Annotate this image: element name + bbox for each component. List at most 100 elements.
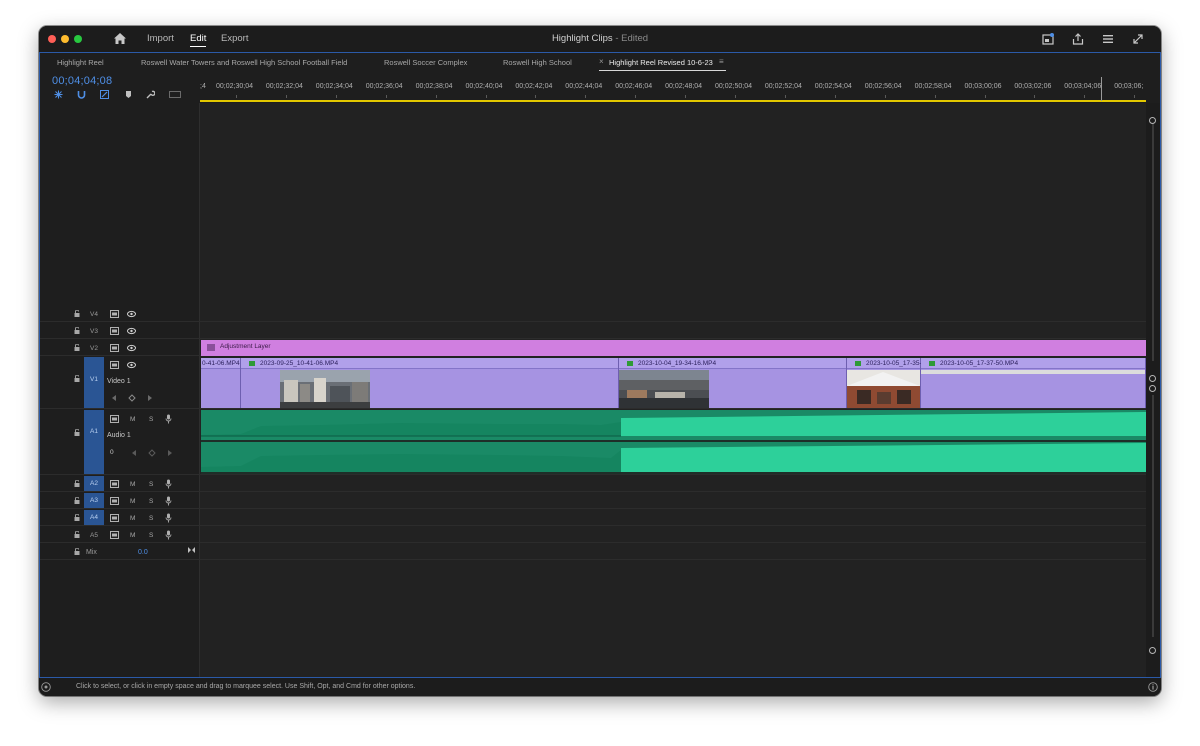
- lock-icon[interactable]: [74, 531, 80, 538]
- ruler-tick-label: 00;02;38;04: [415, 83, 453, 90]
- scroll-handle[interactable]: [1149, 375, 1156, 382]
- mute-button[interactable]: M: [130, 416, 135, 423]
- work-area-bar[interactable]: [200, 100, 1146, 102]
- lock-icon[interactable]: [74, 429, 80, 436]
- sync-lock-icon[interactable]: [110, 531, 119, 539]
- sync-lock-icon[interactable]: [110, 497, 119, 505]
- tab-highlight-reel[interactable]: Highlight Reel: [57, 58, 104, 67]
- eye-icon[interactable]: [127, 310, 136, 318]
- next-keyframe-icon[interactable]: [146, 394, 154, 402]
- track-name-audio-1[interactable]: Audio 1: [107, 432, 131, 439]
- sync-lock-icon[interactable]: [110, 327, 119, 335]
- track-target-a3[interactable]: A3: [84, 493, 104, 508]
- scroll-handle[interactable]: [1149, 117, 1156, 124]
- lock-icon[interactable]: [74, 310, 80, 317]
- scroll-handle[interactable]: [1149, 647, 1156, 654]
- scroll-handle[interactable]: [1149, 385, 1156, 392]
- linked-selection-icon[interactable]: [100, 90, 109, 99]
- preview-eye-icon[interactable]: [41, 682, 51, 692]
- solo-button[interactable]: S: [149, 416, 153, 423]
- track-target-v1[interactable]: V1: [84, 357, 104, 408]
- time-ruler[interactable]: ;4 00;02;30;04 00;02;32;04 00;02;34;04 00;0…: [200, 77, 1146, 103]
- ruler-tick-label: 00;02;36;04: [365, 83, 403, 90]
- add-keyframe-icon[interactable]: [148, 449, 156, 457]
- playhead-timecode[interactable]: 00;04;04;08: [52, 75, 112, 87]
- microphone-icon[interactable]: [165, 414, 172, 424]
- fullscreen-icon[interactable]: [1131, 32, 1145, 46]
- track-target-a1[interactable]: A1: [84, 410, 104, 474]
- track-target-a4[interactable]: A4: [84, 510, 104, 525]
- ruler-tick-label: 00;02;42;04: [515, 83, 553, 90]
- video-clip[interactable]: 2023-10-05_17-37-50.MP4: [921, 358, 1146, 408]
- add-marker-icon[interactable]: [124, 90, 133, 99]
- eye-icon[interactable]: [127, 344, 136, 352]
- ruler-tick: [485, 95, 487, 98]
- mix-volume-value[interactable]: 0.0: [138, 549, 148, 556]
- solo-button[interactable]: S: [149, 481, 153, 488]
- ruler-tick-label: 00;02;48;04: [665, 83, 703, 90]
- status-message: Click to select, or click in empty space…: [76, 683, 416, 690]
- workspaces-icon[interactable]: [1101, 32, 1115, 46]
- solo-button[interactable]: S: [149, 515, 153, 522]
- sync-lock-icon[interactable]: [110, 344, 119, 352]
- sync-lock-icon[interactable]: [110, 361, 119, 369]
- share-icon[interactable]: [1071, 32, 1085, 46]
- sync-lock-icon[interactable]: [110, 310, 119, 318]
- lock-icon[interactable]: [74, 344, 80, 351]
- ruler-tick: [1084, 95, 1086, 98]
- edited-indicator: - Edited: [615, 33, 649, 44]
- info-icon[interactable]: [1148, 682, 1158, 692]
- track-label-v4: V4: [90, 311, 98, 318]
- track-name-video-1[interactable]: Video 1: [107, 378, 131, 385]
- tab-highlight-reel-revised[interactable]: Highlight Reel Revised 10-6-23: [609, 58, 713, 67]
- mute-button[interactable]: M: [130, 481, 135, 488]
- eye-icon[interactable]: [127, 327, 136, 335]
- eye-icon[interactable]: [127, 361, 136, 369]
- mute-button[interactable]: M: [130, 498, 135, 505]
- sync-lock-icon[interactable]: [110, 415, 119, 423]
- sync-lock-icon[interactable]: [110, 480, 119, 488]
- lock-icon[interactable]: [74, 375, 80, 382]
- quick-export-icon[interactable]: [1041, 32, 1055, 46]
- tab-close-button[interactable]: ×: [599, 57, 604, 66]
- mix-end-icon[interactable]: [187, 546, 196, 554]
- audio-clip[interactable]: [201, 410, 1146, 474]
- captions-icon[interactable]: [169, 90, 181, 99]
- lock-icon[interactable]: [74, 327, 80, 334]
- video-clip[interactable]: 2023-10-04_19-34-16.MP4: [619, 358, 847, 408]
- microphone-icon[interactable]: [165, 513, 172, 523]
- mute-button[interactable]: M: [130, 515, 135, 522]
- vertical-scrollbar[interactable]: [1146, 103, 1160, 677]
- track-target-a2[interactable]: A2: [84, 476, 104, 491]
- tab-roswell-soccer-complex[interactable]: Roswell Soccer Complex: [384, 58, 467, 67]
- video-clip[interactable]: 2023-10-05_17-35-: [847, 358, 922, 408]
- nest-toggle-icon[interactable]: [54, 90, 63, 99]
- lock-icon[interactable]: [74, 548, 80, 555]
- prev-keyframe-icon[interactable]: [130, 449, 138, 457]
- lock-icon[interactable]: [74, 497, 80, 504]
- lock-icon[interactable]: [74, 480, 80, 487]
- timeline-settings-wrench-icon[interactable]: [146, 90, 155, 99]
- prev-keyframe-icon[interactable]: [110, 394, 118, 402]
- video-clip[interactable]: 2023-09-25_10-41-06.MP4: [241, 358, 619, 408]
- lock-icon[interactable]: [74, 514, 80, 521]
- tab-menu-icon[interactable]: ≡: [719, 57, 724, 66]
- microphone-icon[interactable]: [165, 530, 172, 540]
- mute-button[interactable]: M: [130, 532, 135, 539]
- title-bar: Import Edit Export Highlight Clips - Edi…: [39, 26, 1161, 52]
- next-keyframe-icon[interactable]: [166, 449, 174, 457]
- tab-roswell-water-towers[interactable]: Roswell Water Towers and Roswell High Sc…: [141, 58, 347, 67]
- solo-button[interactable]: S: [149, 532, 153, 539]
- track-label-v3: V3: [90, 328, 98, 335]
- microphone-icon[interactable]: [165, 496, 172, 506]
- snap-magnet-icon[interactable]: [77, 90, 86, 99]
- microphone-icon[interactable]: [165, 479, 172, 489]
- add-keyframe-icon[interactable]: [128, 394, 136, 402]
- video-clip[interactable]: 0-41-06.MP4: [201, 358, 241, 408]
- tab-roswell-high-school[interactable]: Roswell High School: [503, 58, 572, 67]
- solo-button[interactable]: S: [149, 498, 153, 505]
- volume-value[interactable]: 0: [110, 449, 114, 456]
- ruler-tick: [435, 95, 437, 98]
- sync-lock-icon[interactable]: [110, 514, 119, 522]
- adjustment-layer-clip[interactable]: Adjustment Layer: [201, 340, 1146, 356]
